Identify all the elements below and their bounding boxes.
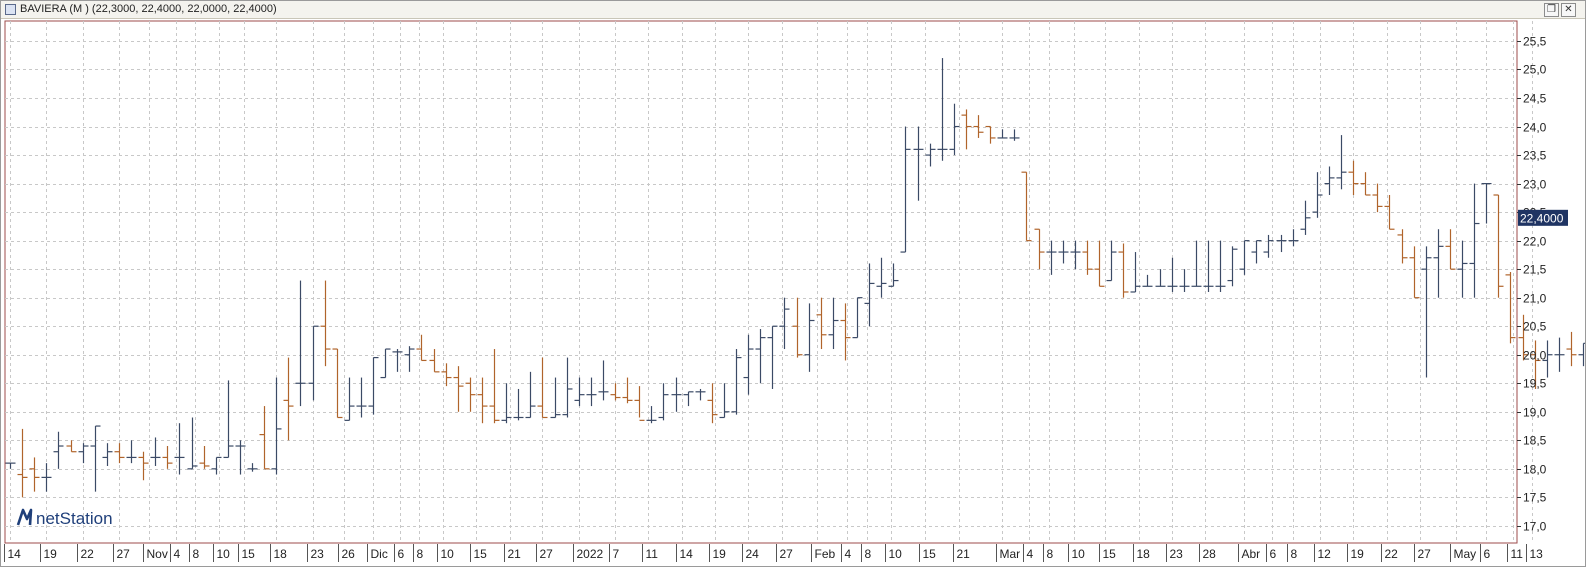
y-tick-label: 20,5	[1523, 320, 1547, 334]
x-axis: 14 19 22 27 Nov 4 8 10 15 18 23 26 Dic 6 8 10 15 21 27 2022…	[4, 544, 1544, 564]
x-tick-label: Feb	[815, 547, 836, 561]
x-tick-label: 11	[1511, 547, 1524, 561]
x-tick-label: 8	[1047, 547, 1054, 561]
x-tick-label: 19	[1351, 547, 1365, 561]
y-tick-label: 23,0	[1523, 178, 1547, 192]
watermark-text: netStation	[36, 509, 113, 528]
x-tick-label: 22	[1385, 547, 1399, 561]
y-tick-label: 17,0	[1523, 520, 1547, 534]
x-tick-label: 11	[646, 547, 659, 561]
x-tick-label: 6	[1270, 547, 1277, 561]
y-tick-label: 18,0	[1523, 463, 1547, 477]
x-tick-label: 7	[613, 547, 620, 561]
y-tick-label: 19,5	[1523, 377, 1547, 391]
y-axis: 17,0 17,5 18,0 18,5 19,0 19,5 20,0 20,5 21,0 21,5…	[1517, 35, 1547, 534]
x-tick-label: May	[1454, 547, 1477, 561]
x-tick-label: 15	[242, 547, 256, 561]
y-tick-label: 18,5	[1523, 434, 1547, 448]
y-tick-label: 23,5	[1523, 149, 1547, 163]
x-tick-label: 27	[780, 547, 794, 561]
x-tick-label: 8	[1291, 547, 1298, 561]
x-tick-label: 27	[1418, 547, 1432, 561]
y-tick-label: 22,0	[1523, 235, 1547, 249]
ohlc-bar	[1578, 342, 1585, 367]
y-tick-label: 25,0	[1523, 63, 1547, 77]
chart-window: BAVIERA (M ) (22,3000, 22,4000, 22,0000,…	[0, 0, 1586, 567]
x-tick-label: 28	[1203, 547, 1217, 561]
x-tick-label: Dic	[371, 547, 388, 561]
x-tick-label: 19	[713, 547, 727, 561]
x-tick-label: 15	[923, 547, 937, 561]
x-tick-label: 15	[474, 547, 488, 561]
x-tick-label: 24	[746, 547, 760, 561]
x-tick-label: 14	[8, 547, 22, 561]
y-tick-label: 17,5	[1523, 491, 1547, 505]
x-tick-label: 19	[44, 547, 58, 561]
y-tick-label: 24,0	[1523, 121, 1547, 135]
last-price-label: 22,4000	[1520, 211, 1564, 225]
close-icon[interactable]: ✕	[1561, 3, 1576, 17]
x-tick-label: 14	[680, 547, 694, 561]
x-tick-label: 27	[540, 547, 554, 561]
x-tick-label: 13	[1530, 547, 1544, 561]
x-tick-label: 10	[1072, 547, 1086, 561]
y-tick-label: 25,5	[1523, 35, 1547, 49]
x-tick-label: Nov	[147, 547, 168, 561]
x-tick-label: 10	[217, 547, 231, 561]
x-tick-label: 4	[845, 547, 852, 561]
x-tick-label: 21	[957, 547, 971, 561]
x-tick-label: 10	[441, 547, 455, 561]
x-tick-label: 15	[1103, 547, 1117, 561]
window-icon	[5, 4, 16, 15]
x-tick-label: 8	[865, 547, 872, 561]
window-title: BAVIERA (M ) (22,3000, 22,4000, 22,0000,…	[20, 3, 277, 15]
ohlc-chart: 17,0 17,5 18,0 18,5 19,0 19,5 20,0 20,5 21,0 21,5…	[4, 20, 1585, 564]
ohlc-bar	[1554, 337, 1565, 372]
x-tick-label: 10	[889, 547, 903, 561]
x-tick-label: 8	[417, 547, 424, 561]
x-tick-label: 23	[1170, 547, 1184, 561]
y-tick-label: 24,5	[1523, 92, 1547, 106]
x-tick-label: Mar	[1000, 547, 1021, 561]
x-tick-label: 23	[311, 547, 325, 561]
x-tick-label: 26	[342, 547, 356, 561]
x-tick-label: 18	[274, 547, 288, 561]
x-tick-label: 2022	[577, 547, 604, 561]
x-tick-label: 4	[1027, 547, 1034, 561]
plot-area	[4, 20, 1518, 544]
x-tick-label: 22	[81, 547, 95, 561]
window-titlebar[interactable]: BAVIERA (M ) (22,3000, 22,4000, 22,0000,…	[1, 1, 1585, 19]
last-price-tag: 22,4000	[1518, 209, 1568, 226]
y-tick-label: 19,0	[1523, 406, 1547, 420]
x-tick-label: 12	[1318, 547, 1332, 561]
x-tick-label: Abr	[1242, 547, 1261, 561]
y-tick-label: 21,5	[1523, 263, 1547, 277]
x-tick-label: 18	[1137, 547, 1151, 561]
x-tick-label: 4	[174, 547, 181, 561]
y-tick-label: 21,0	[1523, 292, 1547, 306]
restore-icon[interactable]: ❐	[1544, 3, 1559, 17]
x-tick-label: 27	[117, 547, 131, 561]
x-tick-label: 6	[398, 547, 405, 561]
x-tick-label: 6	[1484, 547, 1491, 561]
y-tick-label: 20,0	[1523, 349, 1547, 363]
x-tick-label: 8	[193, 547, 200, 561]
x-tick-label: 21	[508, 547, 522, 561]
ohlc-bar	[1566, 331, 1577, 367]
